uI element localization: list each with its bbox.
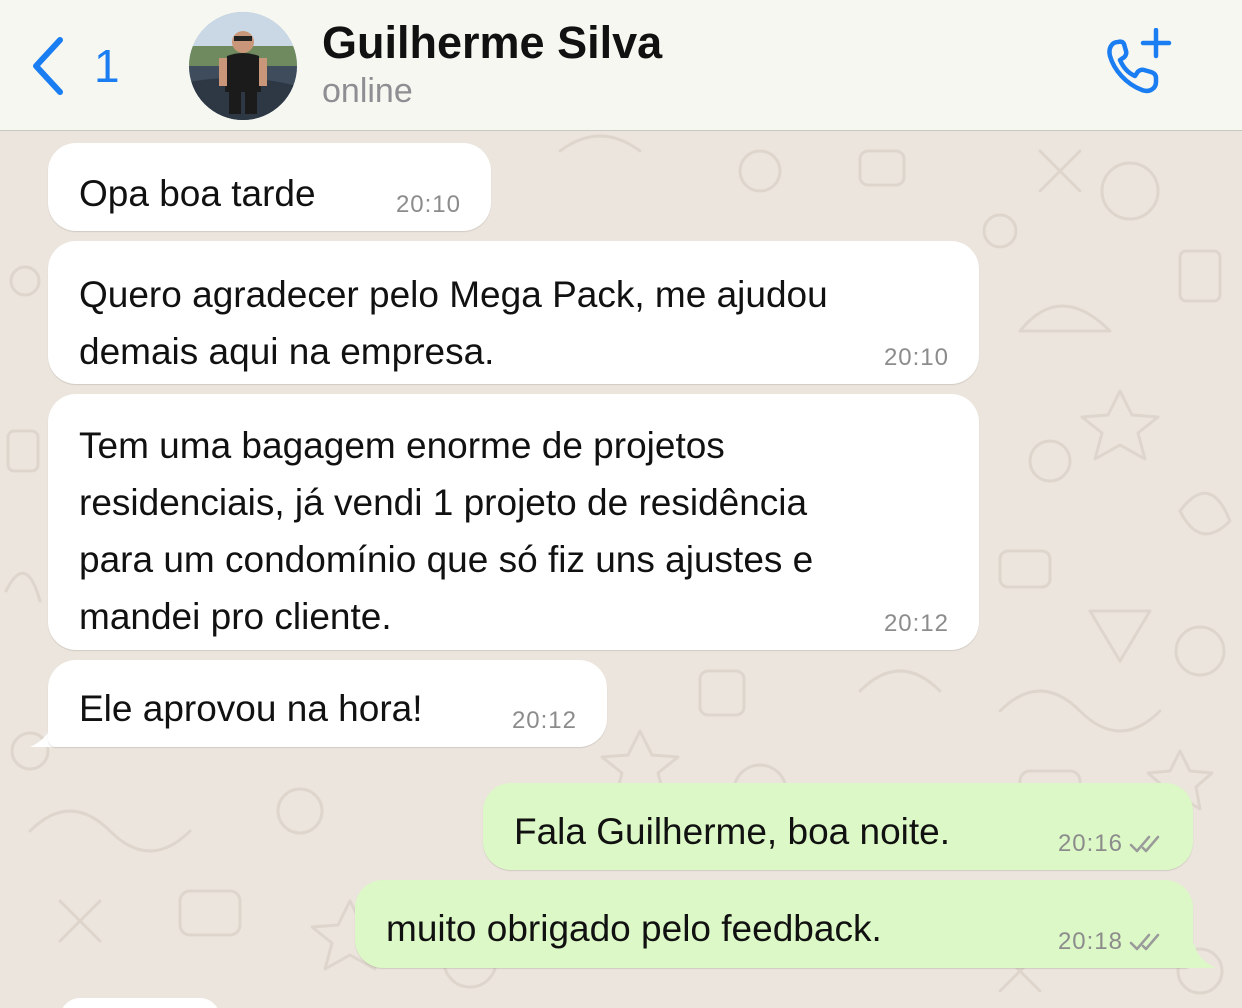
incoming-message[interactable]: Quero agradecer pelo Mega Pack, me ajudo…	[48, 241, 979, 384]
incoming-message[interactable]: Tem uma bagagem enorme de projetos resid…	[48, 394, 979, 650]
message-text: Fala Guilherme, boa noite.	[514, 811, 951, 852]
chevron-left-icon	[30, 36, 66, 96]
message-timestamp: 20:10	[395, 191, 461, 218]
double-check-icon	[1129, 835, 1160, 853]
double-check-icon	[1129, 933, 1160, 951]
message-timestamp: 20:12	[883, 610, 949, 637]
message-text: Ele aprovou na hora!	[79, 688, 423, 729]
contact-name[interactable]: Guilherme Silva	[322, 18, 662, 68]
add-call-icon	[1100, 28, 1180, 100]
message-text: Opa boa tarde	[79, 173, 316, 214]
contact-avatar[interactable]	[189, 12, 297, 120]
outgoing-message[interactable]: muito obrigado pelo feedback. 20:18	[355, 880, 1193, 968]
outgoing-message[interactable]: Fala Guilherme, boa noite. 20:16	[483, 783, 1193, 870]
message-text: Quero agradecer pelo Mega Pack, me ajudo…	[79, 274, 828, 372]
message-text: Tem uma bagagem enorme de projetos resid…	[79, 425, 814, 637]
message-list[interactable]: Opa boa tarde 20:10 Quero agradecer pelo…	[0, 131, 1242, 1008]
message-timestamp: 20:16	[1058, 832, 1165, 856]
incoming-message-partial[interactable]	[60, 998, 220, 1008]
message-timestamp: 20:12	[511, 707, 577, 734]
message-timestamp: 20:10	[883, 344, 949, 371]
unread-count: 1	[94, 40, 120, 92]
incoming-message[interactable]: Ele aprovou na hora! 20:12	[48, 660, 607, 747]
message-text: muito obrigado pelo feedback.	[386, 908, 882, 949]
add-call-button[interactable]	[1100, 28, 1180, 100]
back-button[interactable]: 1	[30, 28, 120, 104]
contact-status: online	[322, 72, 413, 110]
chat-header: 1 Guilherme Silva online	[0, 0, 1242, 131]
message-timestamp: 20:18	[1058, 930, 1165, 954]
bubble-tail	[1186, 944, 1216, 968]
incoming-message[interactable]: Opa boa tarde 20:10	[48, 143, 491, 231]
